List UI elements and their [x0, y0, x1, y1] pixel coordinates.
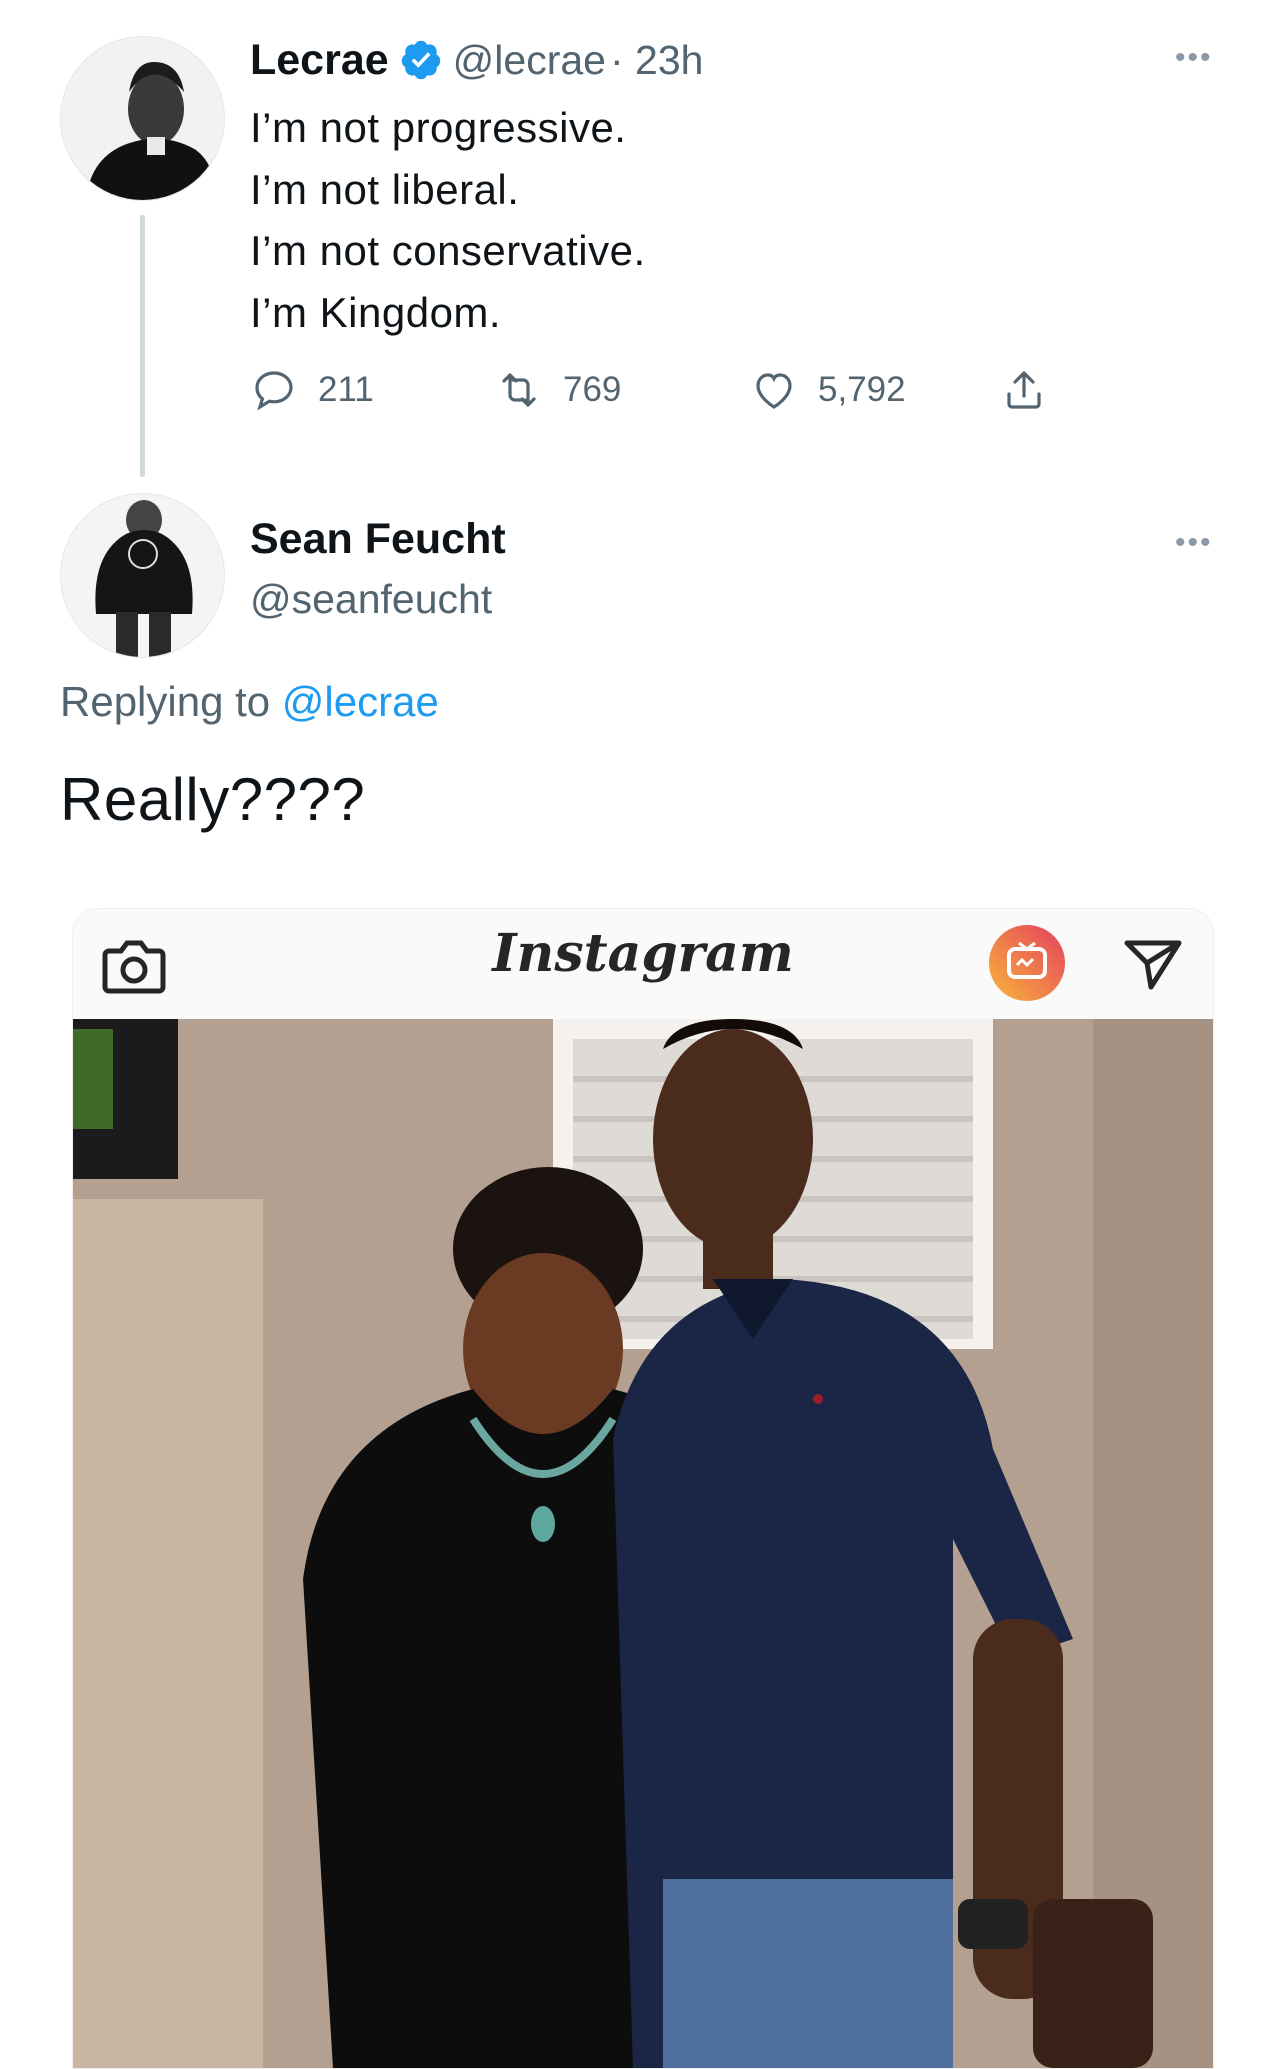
heart-icon	[756, 373, 792, 409]
tweet-text: I’m not progressive. I’m not liberal. I’…	[250, 97, 646, 343]
reply-author-name[interactable]: Sean Feucht	[250, 515, 506, 564]
tweet-line: I’m not liberal.	[250, 165, 520, 213]
more-horizontal-icon[interactable]: •••	[1175, 43, 1213, 73]
tweet-header: Lecrae @lecrae · 23h	[250, 32, 703, 88]
tweet-line: I’m not conservative.	[250, 227, 646, 274]
instagram-header: Instagram	[73, 909, 1213, 1019]
tweet-actions: 211 769 5,792	[250, 366, 1050, 426]
lecrae-avatar[interactable]	[60, 36, 225, 201]
retweet-icon	[502, 373, 536, 407]
more-horizontal-icon[interactable]: •••	[1175, 528, 1213, 558]
tweet-line: I’m Kingdom.	[250, 288, 502, 336]
thread-connector	[140, 215, 145, 477]
seanfeucht-avatar[interactable]	[60, 493, 225, 658]
share-action[interactable]	[1000, 366, 1048, 414]
verified-badge-icon	[401, 40, 440, 80]
direct-message-icon	[1124, 940, 1182, 990]
like-count: 5,792	[818, 370, 906, 409]
retweet-count: 769	[563, 370, 622, 409]
attached-image[interactable]: Instagram	[72, 908, 1214, 2069]
replying-to: Replying to @lecrae	[60, 678, 439, 726]
author-name[interactable]: Lecrae	[250, 36, 389, 85]
reply-icon	[255, 371, 293, 411]
like-action[interactable]: 5,792	[750, 366, 906, 414]
replying-mention[interactable]: @lecrae	[282, 678, 439, 725]
igtv-icon	[989, 925, 1065, 1001]
share-icon	[1007, 371, 1041, 409]
instagram-photo	[73, 1019, 1213, 2068]
reply-count: 211	[318, 370, 374, 409]
reply-author-handle[interactable]: @seanfeucht	[250, 576, 492, 623]
tweet-line: I’m not progressive.	[250, 104, 627, 151]
retweet-action[interactable]: 769	[495, 366, 621, 414]
reply-action[interactable]: 211	[250, 366, 374, 414]
tweet-time[interactable]: · 23h	[610, 37, 703, 84]
author-handle[interactable]: @lecrae	[453, 37, 606, 84]
reply-text: Really????	[60, 766, 366, 833]
replying-prefix: Replying to	[60, 678, 271, 725]
